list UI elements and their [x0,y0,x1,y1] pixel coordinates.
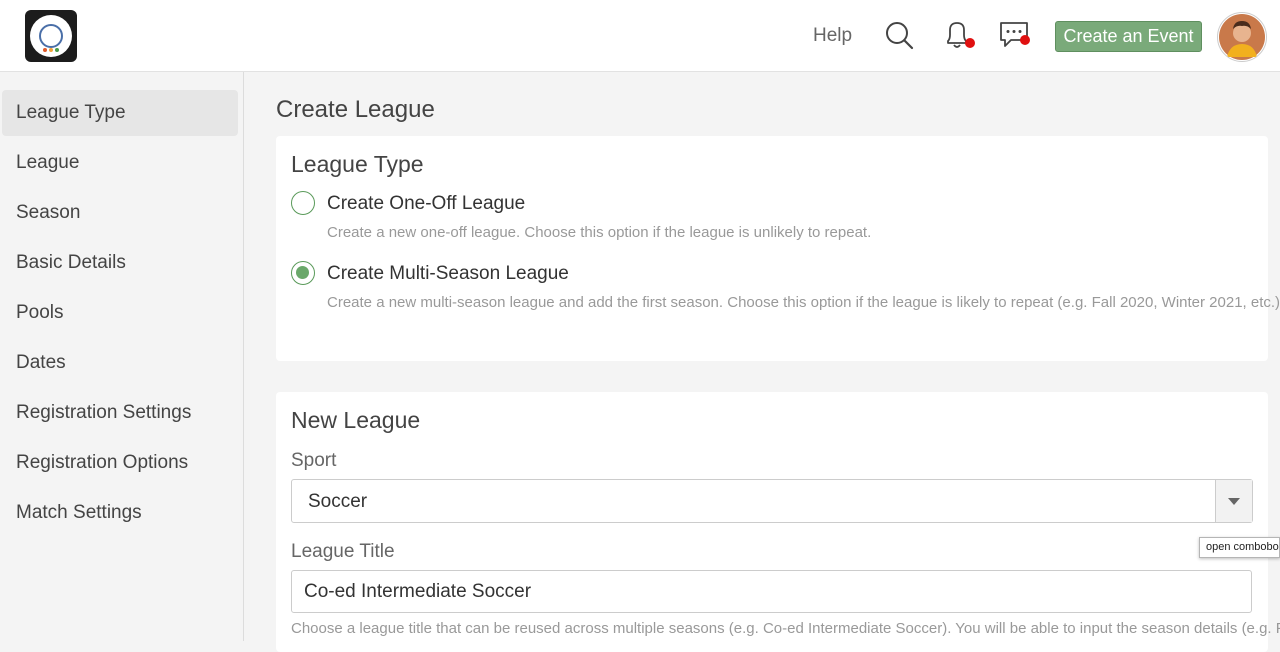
one-off-league-radio[interactable] [291,191,315,215]
sidebar-item-pools[interactable]: Pools [2,290,238,336]
league-title-input[interactable] [291,570,1252,613]
sidebar-item-season[interactable]: Season [2,190,238,236]
logo-emblem [30,15,72,57]
sidebar-item-basic-details[interactable]: Basic Details [2,240,238,286]
help-link[interactable]: Help [813,25,852,47]
soccer-ball-icon [39,24,63,48]
page-title: Create League [276,96,435,123]
notification-badge [965,38,975,48]
chat-icon[interactable] [998,18,1032,52]
sidebar-item-dates[interactable]: Dates [2,340,238,386]
top-bar: Help Create an Event [0,0,1280,72]
multi-season-league-description: Create a new multi-season league and add… [327,294,1280,311]
user-avatar[interactable] [1217,12,1267,62]
create-event-button[interactable]: Create an Event [1055,21,1202,52]
multi-season-league-radio[interactable] [291,261,315,285]
chevron-down-icon[interactable] [1215,480,1252,522]
new-league-card: New League Sport Soccer League Title Cho… [276,392,1280,652]
new-league-heading: New League [291,407,421,433]
sidebar-item-league-type[interactable]: League Type [2,90,238,136]
notifications-bell-icon[interactable] [940,18,975,52]
league-type-card: League Type Create One-Off League Create… [276,136,1280,361]
sidebar-item-match-settings[interactable]: Match Settings [2,490,238,536]
league-title-help: Choose a league title that can be reused… [291,620,1280,637]
multi-season-league-label[interactable]: Create Multi-Season League [327,263,569,285]
league-type-heading: League Type [291,151,424,177]
sidebar-item-registration-options[interactable]: Registration Options [2,440,238,486]
one-off-league-label[interactable]: Create One-Off League [327,193,525,215]
main-content: Create League League Type Create One-Off… [244,72,1280,652]
one-off-league-description: Create a new one-off league. Choose this… [327,224,872,241]
sidebar: League Type League Season Basic Details … [0,72,244,641]
message-badge [1020,35,1030,45]
sidebar-item-league[interactable]: League [2,140,238,186]
club-logo[interactable] [25,10,77,62]
sport-label: Sport [291,450,337,471]
combobox-tooltip: open combobox [1199,537,1280,558]
sport-selected-value: Soccer [308,491,368,512]
sport-select[interactable]: Soccer [291,479,1253,523]
search-icon[interactable] [882,18,916,52]
sidebar-item-registration-settings[interactable]: Registration Settings [2,390,238,436]
league-title-label: League Title [291,541,395,562]
